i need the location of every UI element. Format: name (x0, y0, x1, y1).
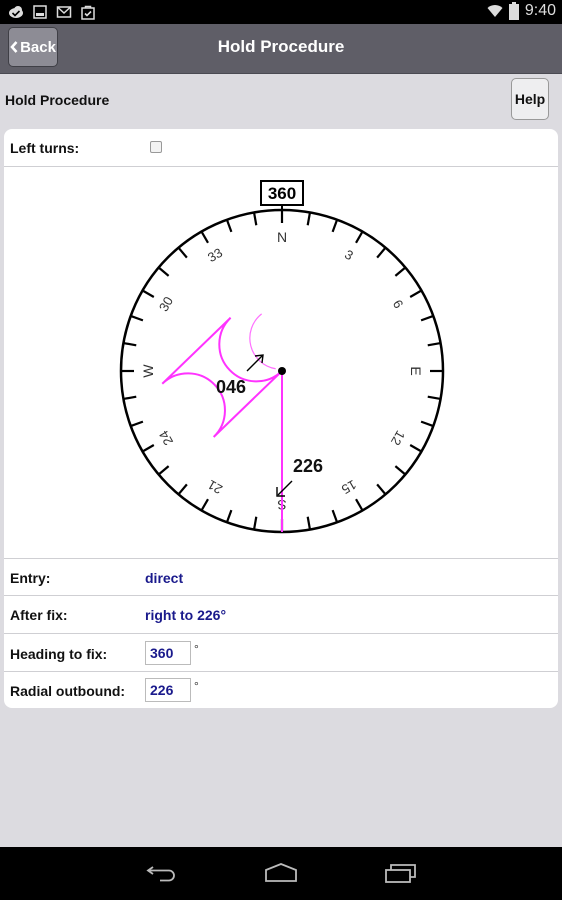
compass-number-label: 33 (205, 245, 225, 265)
section-title: Hold Procedure (5, 92, 110, 108)
compass-tick (420, 420, 434, 428)
entry-value: direct (145, 570, 184, 586)
compass-number-label: 15 (339, 477, 359, 497)
home-nav-icon (265, 863, 297, 882)
compass-tick (130, 314, 144, 322)
compass-number-label: 24 (156, 428, 176, 448)
compass-svg: NESW36121521243033360046226 (119, 180, 445, 534)
compass-tick (177, 483, 188, 496)
compass-tick (157, 266, 170, 277)
clock: 9:40 (524, 2, 556, 19)
left-turns-checkbox[interactable] (150, 141, 162, 153)
nav-recents-button[interactable] (381, 859, 421, 887)
outbound-course-label: 226 (293, 456, 323, 476)
status-bar: 9:40 (0, 0, 562, 24)
entry-row: Entry: direct (4, 558, 558, 596)
app-header: Back Hold Procedure (0, 24, 562, 74)
compass-tick (409, 289, 422, 298)
compass-tick (177, 246, 188, 259)
compass-cardinal-label: W (140, 364, 156, 378)
left-turns-label: Left turns: (10, 140, 80, 156)
compass-tick (225, 219, 233, 233)
subheader: Hold Procedure Help (0, 74, 562, 126)
compass-tick (409, 444, 422, 453)
recent-apps-icon (385, 864, 416, 883)
outbound-arrow (277, 480, 293, 496)
compass-tick (123, 395, 137, 401)
compass-tick (157, 465, 170, 476)
compass-number-label: 12 (388, 428, 408, 448)
compass-tick (123, 341, 137, 347)
radial-degree: ° (194, 679, 199, 693)
cloud-check-icon (9, 6, 23, 18)
left-turns-row: Left turns: (4, 129, 558, 167)
hold-card: Left turns: NESW36121521243033360046226 … (4, 129, 558, 708)
after-fix-row: After fix: right to 226° (4, 596, 558, 634)
heading-box-value: 360 (268, 184, 296, 203)
compass-tick (420, 314, 434, 322)
compass-tick (376, 483, 387, 496)
compass-cardinal-label: N (277, 229, 287, 245)
compass-tick (355, 231, 364, 244)
compass-tick (200, 231, 209, 244)
compass-tick (331, 219, 339, 233)
shopping-bag-check-icon (81, 5, 95, 20)
heading-label: Heading to fix: (10, 646, 108, 662)
heading-row: Heading to fix: ° (4, 634, 558, 672)
compass-number-label: 21 (205, 477, 225, 497)
image-icon (33, 5, 47, 19)
compass-tick (306, 516, 312, 530)
compass-tick (331, 509, 339, 523)
nav-home-button[interactable] (261, 859, 301, 887)
heading-degree: ° (194, 642, 199, 656)
compass-tick (394, 266, 407, 277)
compass-number-label: 6 (390, 297, 407, 311)
help-button[interactable]: Help (511, 78, 549, 120)
compass-tick (376, 246, 387, 259)
compass-number-label: 30 (156, 294, 176, 314)
compass-tick (427, 395, 441, 401)
page-title: Hold Procedure (217, 37, 345, 56)
compass-tick (142, 289, 155, 298)
compass-tick (200, 498, 209, 511)
compass-tick (252, 212, 258, 226)
inbound-arrow (246, 355, 263, 372)
compass-tick (252, 516, 258, 530)
compass-tick (142, 444, 155, 453)
inbound-course-label: 046 (216, 377, 246, 397)
compass-tick (355, 498, 364, 511)
wifi-icon (487, 5, 503, 17)
nav-back-button[interactable] (141, 859, 181, 887)
compass-tick (306, 212, 312, 226)
heading-input[interactable] (145, 641, 191, 665)
back-nav-icon (146, 866, 175, 882)
gmail-icon (56, 6, 72, 18)
after-fix-label: After fix: (10, 607, 68, 623)
compass-number-label: 3 (342, 247, 356, 264)
radial-row: Radial outbound: ° (4, 672, 558, 708)
compass-diagram: NESW36121521243033360046226 (4, 167, 558, 557)
battery-icon (508, 2, 519, 20)
system-nav-bar (0, 847, 562, 900)
entry-label: Entry: (10, 570, 51, 586)
fix-point (278, 367, 286, 375)
compass-tick (427, 341, 441, 347)
compass-tick (130, 420, 144, 428)
compass-tick (394, 465, 407, 476)
after-fix-value: right to 226° (145, 607, 227, 623)
radial-input[interactable] (145, 678, 191, 702)
radial-label: Radial outbound: (10, 683, 126, 699)
compass-tick (225, 509, 233, 523)
compass-cardinal-label: E (408, 366, 424, 375)
